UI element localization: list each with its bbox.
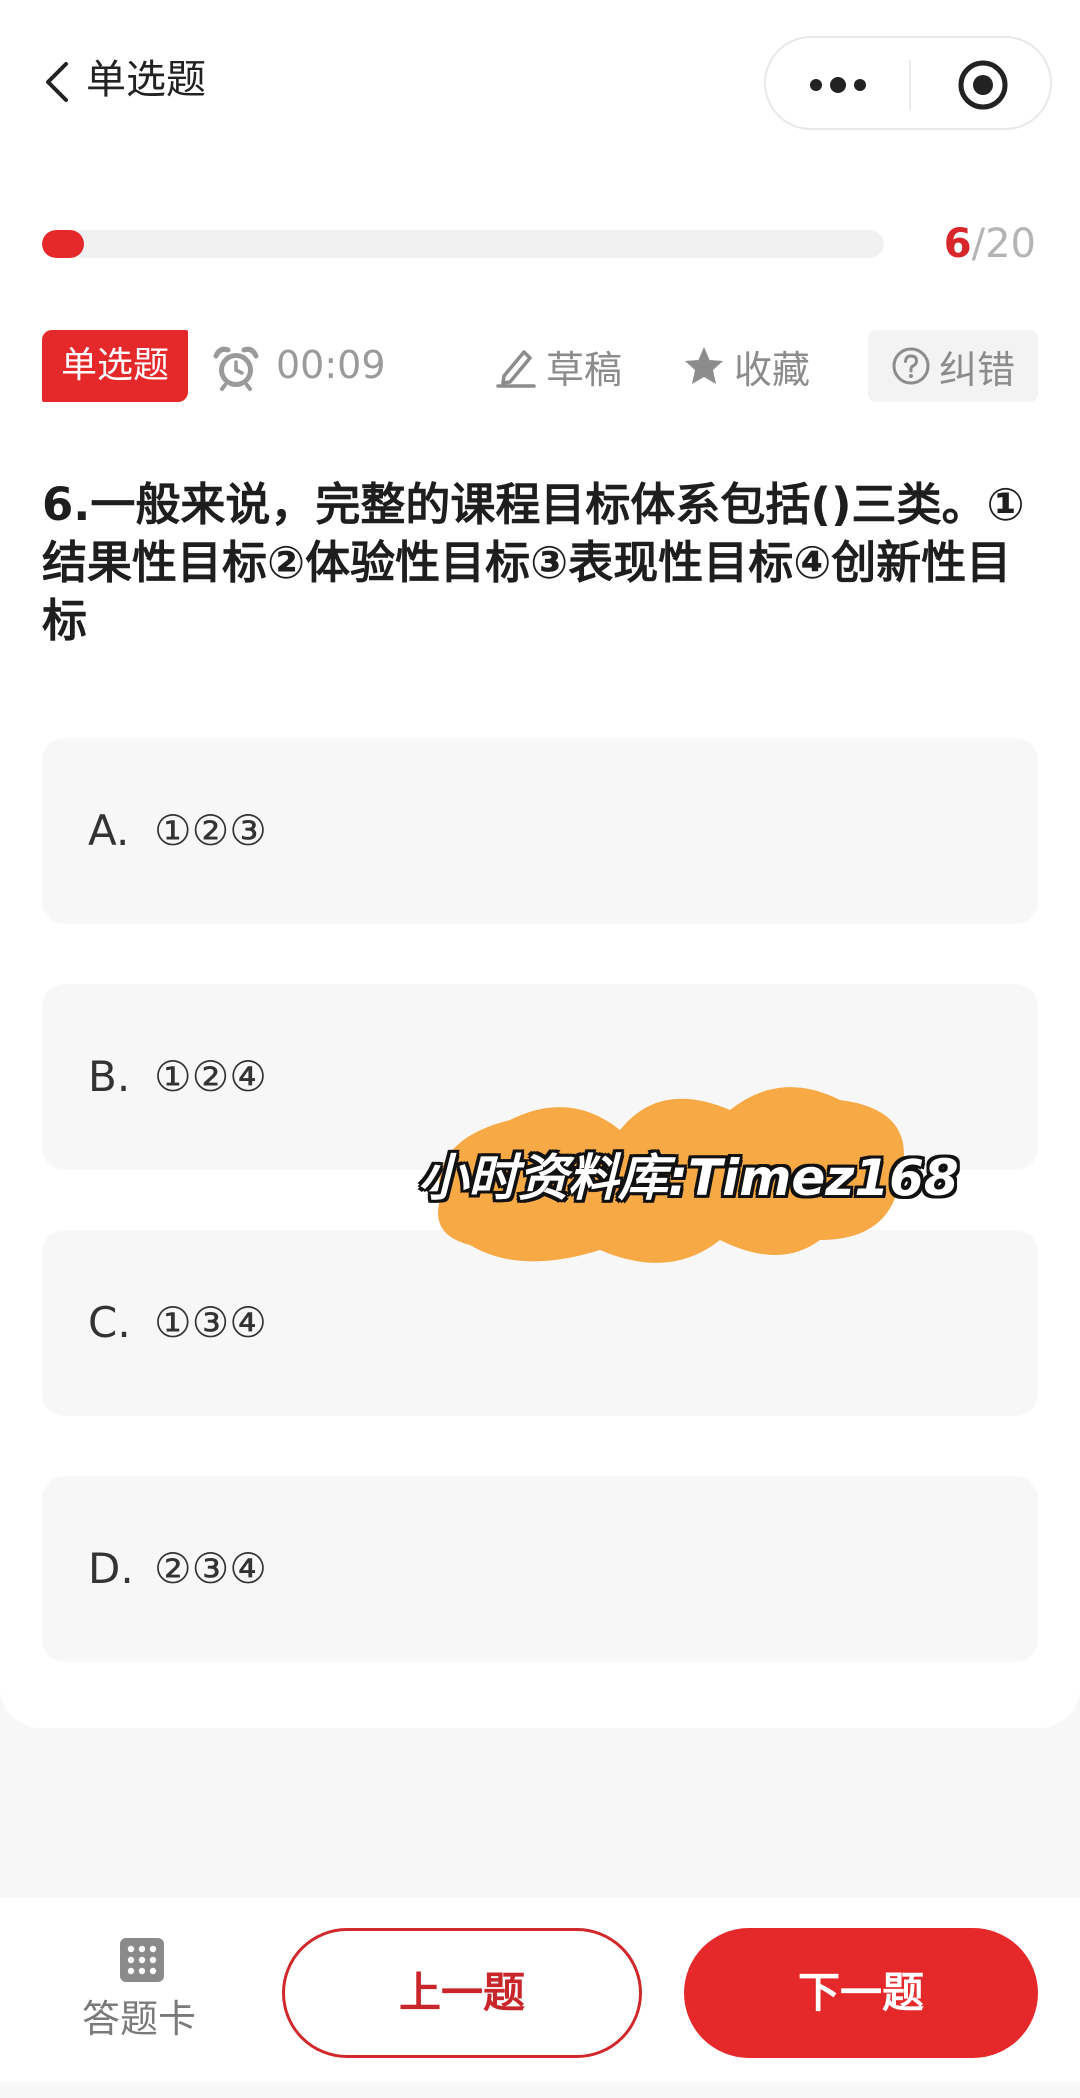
report-error-label: 纠错 xyxy=(938,347,1015,392)
option-a[interactable]: A. ①②③ xyxy=(42,738,1038,924)
question-circle-icon xyxy=(892,347,930,385)
progress-bar-fill xyxy=(42,230,85,258)
star-icon xyxy=(685,347,723,384)
report-error-button[interactable]: 纠错 xyxy=(868,330,1038,402)
question-text: 6.一般来说，完整的课程目标体系包括()三类。①结果性目标②体验性目标③表现性目… xyxy=(42,478,1025,647)
favorite-label: 收藏 xyxy=(734,347,811,392)
option-text: ①②④ xyxy=(154,1052,267,1101)
page-title: 单选题 xyxy=(86,57,206,103)
previous-question-button[interactable]: 上一题 xyxy=(282,1928,642,2058)
option-d[interactable]: D. ②③④ xyxy=(42,1476,1038,1662)
capsule-divider xyxy=(909,60,911,110)
mini-program-capsule xyxy=(764,36,1052,130)
alarm-clock-icon xyxy=(212,344,260,392)
close-mini-program-icon[interactable] xyxy=(956,58,1010,112)
nav-bar: 单选题 xyxy=(0,0,1080,160)
watermark-text: 小时资料库:Timez168 xyxy=(418,1149,959,1207)
option-letter: C. xyxy=(88,1298,131,1347)
option-text: ①②③ xyxy=(154,806,267,855)
answer-sheet-label[interactable]: 答题卡 xyxy=(82,1994,196,2044)
question-type-badge: 单选题 xyxy=(42,330,188,402)
back-icon[interactable] xyxy=(40,56,76,108)
option-letter: D. xyxy=(88,1544,134,1593)
progress-current: 6 xyxy=(943,221,972,267)
option-letter: A. xyxy=(88,806,130,855)
progress-counter: 6/20 xyxy=(944,218,1036,270)
progress-bar xyxy=(42,230,884,258)
favorite-button[interactable]: 收藏 xyxy=(682,334,810,398)
next-question-button[interactable]: 下一题 xyxy=(684,1928,1038,2058)
option-letter: B. xyxy=(88,1052,131,1101)
draft-label: 草稿 xyxy=(546,347,623,392)
timer-value: 00:09 xyxy=(276,343,386,387)
more-icon[interactable] xyxy=(806,72,870,98)
progress-total: /20 xyxy=(971,221,1036,267)
draft-button[interactable]: 草稿 xyxy=(494,334,622,398)
option-text: ②③④ xyxy=(154,1544,267,1593)
grid-icon[interactable] xyxy=(120,1938,164,1982)
pencil-icon xyxy=(496,350,536,388)
option-text: ①③④ xyxy=(154,1298,267,1347)
bottom-action-bar: 答题卡 上一题 下一题 xyxy=(0,1898,1080,2082)
